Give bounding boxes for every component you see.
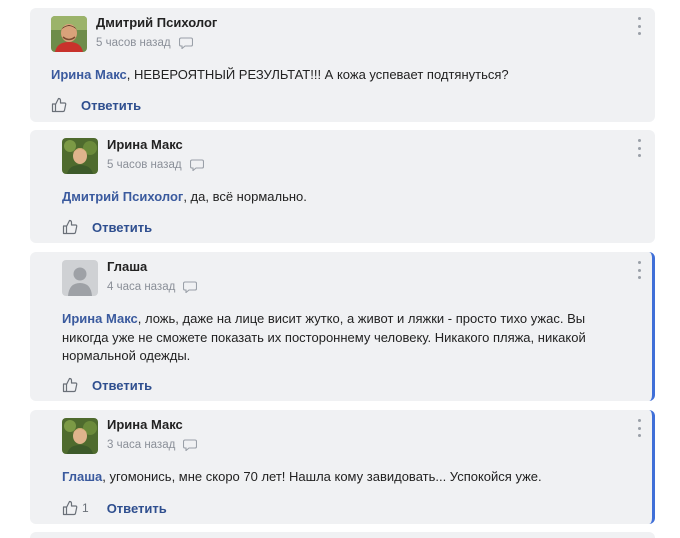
comment-author[interactable]: Ирина Макс [107, 417, 183, 432]
kebab-menu-icon[interactable] [634, 419, 644, 437]
speech-bubble-icon[interactable] [178, 37, 193, 49]
thumbs-up-icon [62, 219, 78, 235]
like-button[interactable] [62, 377, 82, 393]
avatar-placeholder[interactable] [62, 260, 98, 296]
mention-link[interactable]: Дмитрий Психолог [62, 189, 183, 204]
avatar[interactable] [51, 16, 87, 52]
mention-link[interactable]: Ирина Макс [62, 311, 138, 326]
comment-actions: Ответить [51, 97, 141, 113]
comment-time: 4 часа назад [107, 281, 176, 293]
comment-text: Ирина Макс, НЕВЕРОЯТНЫЙ РЕЗУЛЬТАТ!!! А к… [51, 66, 641, 85]
comment-text: Ирина Макс, ложь, даже на лице висит жут… [62, 310, 622, 366]
comment-card-partial [30, 532, 655, 538]
like-button[interactable] [51, 97, 71, 113]
comment-text: Глаша, угомонись, мне скоро 70 лет! Нашл… [62, 468, 642, 487]
comment-card-new: Ирина Макс 3 часа назад Глаша, угомонись… [30, 410, 655, 524]
comment-meta: 4 часа назад [107, 281, 198, 293]
thumbs-up-icon [62, 377, 78, 393]
comment-actions: Ответить [62, 219, 152, 235]
like-button[interactable] [62, 219, 82, 235]
comment-meta: 3 часа назад [107, 439, 198, 451]
speech-bubble-icon[interactable] [183, 281, 198, 293]
like-button[interactable]: 1 [62, 500, 89, 516]
comment-body: , ложь, даже на лице висит жутко, а живо… [62, 311, 586, 363]
mention-link[interactable]: Ирина Макс [51, 67, 127, 82]
speech-bubble-icon[interactable] [189, 159, 204, 171]
comment-author[interactable]: Дмитрий Психолог [96, 15, 217, 30]
reply-button[interactable]: Ответить [92, 220, 152, 235]
reply-button[interactable]: Ответить [92, 378, 152, 393]
comment-actions: 1 Ответить [62, 500, 167, 516]
comment-author[interactable]: Ирина Макс [107, 137, 183, 152]
comment-feed: Дмитрий Психолог 5 часов назад Ирина Мак… [0, 0, 680, 538]
kebab-menu-icon[interactable] [634, 261, 644, 279]
comment-body: , да, всё нормально. [183, 189, 307, 204]
comment-author[interactable]: Глаша [107, 259, 147, 274]
mention-link[interactable]: Глаша [62, 469, 102, 484]
comment-time: 3 часа назад [107, 439, 176, 451]
avatar[interactable] [62, 418, 98, 454]
reply-button[interactable]: Ответить [107, 501, 167, 516]
comment-meta: 5 часов назад [107, 159, 204, 171]
avatar[interactable] [62, 138, 98, 174]
comment-time: 5 часов назад [107, 159, 182, 171]
like-count: 1 [82, 501, 89, 515]
comment-card: Ирина Макс 5 часов назад Дмитрий Психоло… [30, 130, 655, 243]
kebab-menu-icon[interactable] [634, 17, 644, 35]
comment-meta: 5 часов назад [96, 37, 193, 49]
reply-button[interactable]: Ответить [81, 98, 141, 113]
comment-text: Дмитрий Психолог, да, всё нормально. [62, 188, 642, 207]
comment-card: Дмитрий Психолог 5 часов назад Ирина Мак… [30, 8, 655, 122]
thumbs-up-icon [62, 500, 78, 516]
speech-bubble-icon[interactable] [183, 439, 198, 451]
comment-card-new: Глаша 4 часа назад Ирина Макс, ложь, даж… [30, 252, 655, 401]
comment-body: , угомонись, мне скоро 70 лет! Нашла ком… [102, 469, 542, 484]
kebab-menu-icon[interactable] [634, 139, 644, 157]
thumbs-up-icon [51, 97, 67, 113]
comment-time: 5 часов назад [96, 37, 171, 49]
comment-actions: Ответить [62, 377, 152, 393]
comment-body: , НЕВЕРОЯТНЫЙ РЕЗУЛЬТАТ!!! А кожа успева… [126, 67, 509, 82]
